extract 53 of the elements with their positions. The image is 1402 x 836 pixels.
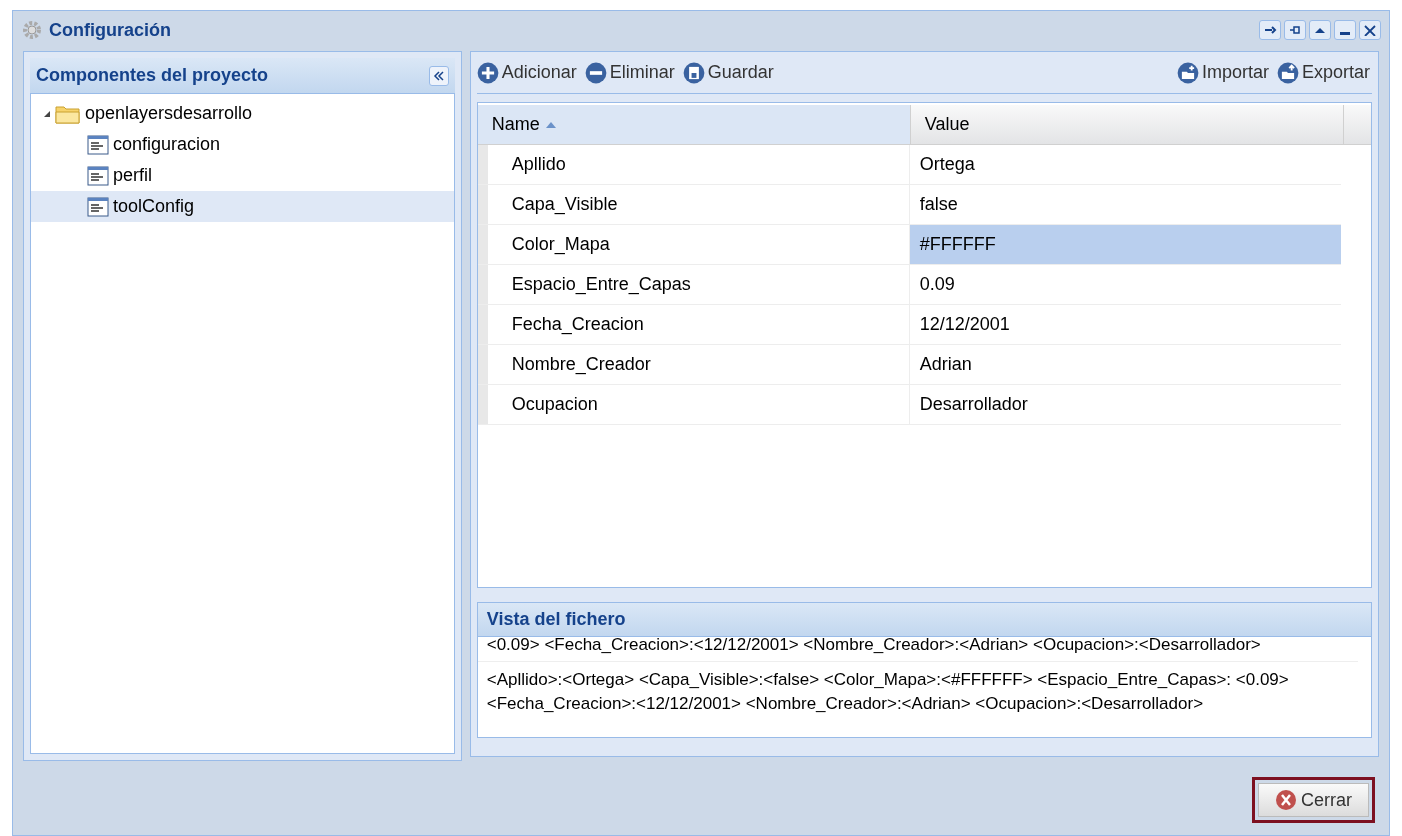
toolbar-button[interactable]: Exportar: [1276, 59, 1370, 86]
window-title: Configuración: [49, 18, 171, 42]
file-entry-text: <Apllido>:<Ortega> <Capa_Visible>:<false> <Color_Mapa>:<#FFFFFF> <Espacio_Entre_Capas>: <0.09> <Fecha_Creacion>:<12/12/2001> <Nombre_Creador>:<Adrian> <Ocupacion>:<Desarrollador>: [485, 669, 1290, 715]
tree-label: toolConfig: [113, 195, 195, 218]
caret-up-button[interactable]: [1309, 20, 1331, 40]
document-icon: [87, 165, 109, 186]
property-name-cell[interactable]: Espacio_Entre_Capas: [477, 265, 910, 304]
document-icon: [87, 196, 109, 217]
toolbar-button[interactable]: Eliminar: [584, 59, 675, 86]
minus-icon: [584, 61, 607, 84]
tree-label: openlayersdesarrollo: [85, 102, 253, 125]
property-name-cell[interactable]: Color_Mapa: [477, 225, 910, 264]
close-dialog-button[interactable]: Cerrar: [1258, 783, 1369, 817]
pin-button[interactable]: [1284, 20, 1306, 40]
toolbar-button[interactable]: Importar: [1176, 59, 1269, 86]
tree-item[interactable]: perfil: [31, 160, 454, 191]
minimize-icon: [1340, 31, 1350, 35]
property-name-cell[interactable]: Nombre_Creador: [477, 345, 910, 384]
folder-export-icon: [1276, 61, 1299, 84]
plus-icon: [476, 61, 499, 84]
column-header[interactable]: Value: [910, 105, 1344, 144]
floppy-disk-icon: [682, 61, 705, 84]
property-name-cell[interactable]: Fecha_Creacion: [477, 305, 910, 344]
close-button[interactable]: [1359, 20, 1381, 40]
pin-right-icon: [1263, 24, 1277, 36]
toolbar-button[interactable]: Adicionar: [476, 59, 577, 86]
sort-ascending-icon: [545, 121, 556, 128]
file-entry-text: <0.09> <Fecha_Creacion>:<12/12/2001> <Nombre_Creador>:<Adrian> <Ocupacion>:<Desarrollador>: [477, 633, 1358, 662]
tree-item[interactable]: openlayersdesarrollo: [31, 98, 454, 129]
property-name-cell[interactable]: Apllido: [477, 145, 910, 184]
property-value-cell[interactable]: #FFFFFF: [909, 225, 1341, 264]
close-icon: [1363, 24, 1377, 36]
minimize-button[interactable]: [1334, 20, 1356, 40]
document-icon: [87, 134, 109, 155]
tree-label: configuracion: [113, 133, 221, 156]
gear-icon: [21, 19, 43, 41]
panel-title: Componentes del proyecto: [36, 64, 269, 87]
property-name-cell[interactable]: Capa_Visible: [477, 185, 910, 224]
pin-icon: [1288, 24, 1302, 36]
collapse-button[interactable]: [428, 65, 449, 86]
tree-item[interactable]: configuracion: [31, 129, 454, 160]
folder-import-icon: [1176, 61, 1199, 84]
toolbar-button[interactable]: Guardar: [682, 59, 774, 86]
double-chevron-left-icon: [432, 70, 445, 81]
close-icon: [1275, 789, 1297, 811]
expander-icon[interactable]: [43, 109, 51, 118]
panel-title: Vista del fichero: [486, 608, 626, 631]
folder-icon: [55, 103, 81, 124]
tree-label: perfil: [113, 164, 152, 187]
column-header[interactable]: Name: [477, 105, 911, 144]
property-name-cell[interactable]: Ocupacion: [477, 385, 910, 424]
pin-right-button[interactable]: [1259, 20, 1281, 40]
tree-item[interactable]: toolConfig: [31, 191, 454, 222]
